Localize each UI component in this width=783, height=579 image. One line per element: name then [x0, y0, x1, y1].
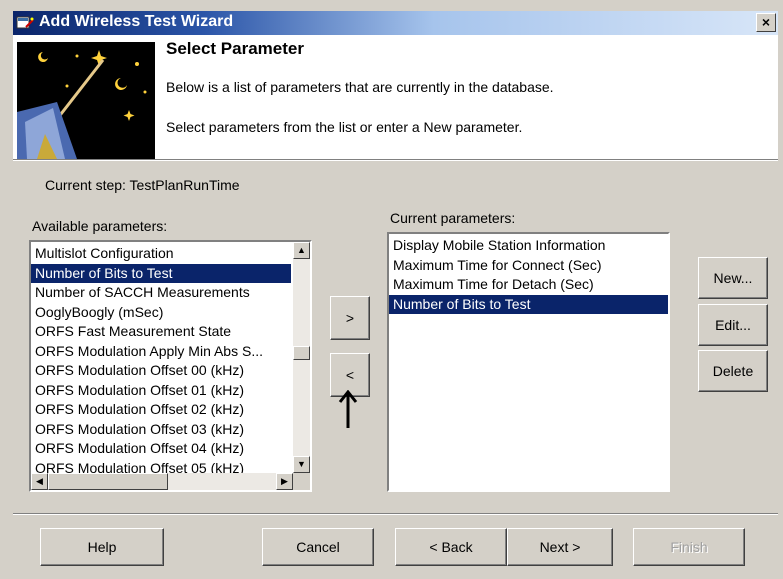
list-item[interactable]: ORFS Modulation Apply Min Abs S...	[31, 342, 291, 362]
list-item[interactable]: Display Mobile Station Information	[389, 236, 668, 256]
window-title: Add Wireless Test Wizard	[39, 13, 234, 30]
help-button[interactable]: Help	[40, 528, 164, 566]
list-item[interactable]: Maximum Time for Detach (Sec)	[389, 275, 668, 295]
delete-button[interactable]: Delete	[698, 350, 768, 392]
finish-button: Finish	[633, 528, 745, 566]
scroll-right-button[interactable]: ▶	[276, 473, 293, 490]
list-item[interactable]: ORFS Modulation Offset 04 (kHz)	[31, 439, 291, 459]
list-item[interactable]: Number of Bits to Test	[31, 263, 291, 283]
wizard-wand-icon	[17, 42, 155, 159]
wizard-header: Select Parameter Below is a list of para…	[13, 35, 778, 159]
available-parameters-label: Available parameters:	[32, 218, 168, 234]
list-item[interactable]: ORFS Modulation Offset 02 (kHz)	[31, 400, 291, 420]
list-item[interactable]: Multislot Configuration	[31, 244, 291, 264]
footer-separator	[13, 513, 778, 515]
list-item[interactable]: OoglyBoogly (mSec)	[31, 303, 291, 323]
edit-button[interactable]: Edit...	[698, 304, 768, 346]
list-item[interactable]: Number of SACCH Measurements	[31, 283, 291, 303]
add-parameter-button[interactable]: >	[330, 296, 370, 340]
close-button[interactable]: ×	[756, 13, 776, 32]
header-description-2: Select parameters from the list or enter…	[166, 119, 523, 135]
scrollbar-corner	[293, 473, 310, 490]
list-item[interactable]: Maximum Time for Connect (Sec)	[389, 256, 668, 276]
list-item[interactable]: Number of Bits to Test	[389, 294, 668, 314]
title-bar[interactable]: Add Wireless Test Wizard ×	[13, 11, 778, 35]
wizard-window: Add Wireless Test Wizard × Select Parame…	[0, 0, 783, 579]
list-item[interactable]: ORFS Fast Measurement State	[31, 322, 291, 342]
horizontal-scroll-thumb[interactable]	[48, 473, 168, 490]
header-description-1: Below is a list of parameters that are c…	[166, 79, 554, 95]
list-item[interactable]: ORFS Modulation Offset 00 (kHz)	[31, 361, 291, 381]
header-separator	[13, 159, 778, 161]
available-parameters-list[interactable]: Multislot Configuration Number of Bits to…	[29, 240, 312, 492]
current-step-label: Current step: TestPlanRunTime	[45, 177, 240, 193]
available-horizontal-scrollbar[interactable]: ◀ ▶	[31, 473, 293, 490]
current-parameters-label: Current parameters:	[390, 210, 516, 226]
available-vertical-scrollbar[interactable]: ▲ ▼	[293, 242, 310, 473]
scroll-up-button[interactable]: ▲	[293, 242, 310, 259]
list-item[interactable]: ORFS Modulation Offset 03 (kHz)	[31, 420, 291, 440]
wizard-app-icon	[16, 16, 34, 29]
new-button[interactable]: New...	[698, 257, 768, 299]
scroll-down-button[interactable]: ▼	[293, 456, 310, 473]
page-title: Select Parameter	[166, 39, 304, 58]
up-arrow-icon	[338, 390, 358, 428]
scroll-thumb[interactable]	[293, 346, 310, 360]
list-item[interactable]: ORFS Modulation Offset 01 (kHz)	[31, 381, 291, 401]
current-parameters-list[interactable]: Display Mobile Station Information Maximu…	[387, 232, 670, 492]
back-button[interactable]: < Back	[395, 528, 507, 566]
scroll-left-button[interactable]: ◀	[31, 473, 48, 490]
next-button[interactable]: Next >	[507, 528, 613, 566]
cancel-button[interactable]: Cancel	[262, 528, 374, 566]
